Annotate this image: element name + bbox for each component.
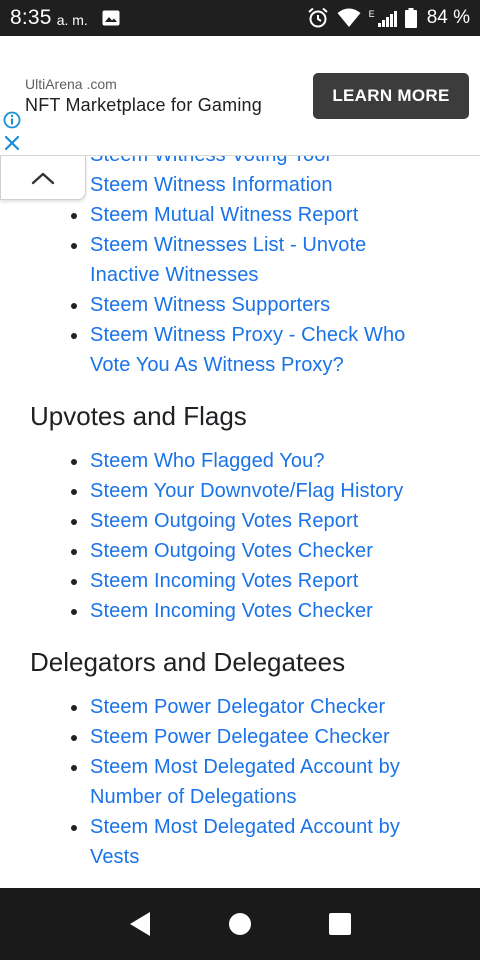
- link-list: Steem Who Flagged You? Steem Your Downvot…: [0, 446, 480, 626]
- home-circle-icon: [229, 913, 251, 935]
- battery-percentage: 84 %: [426, 7, 470, 28]
- battery-icon: [404, 8, 417, 28]
- list-item-link[interactable]: Steem Power Delegatee Checker: [0, 722, 480, 752]
- ad-info-icon[interactable]: [3, 111, 21, 129]
- status-ampm: a. m.: [56, 12, 88, 28]
- section-heading: Upvotes and Flags: [30, 401, 247, 431]
- alarm-icon: [308, 7, 328, 28]
- section-heading: Delegators and Delegatees: [30, 647, 346, 677]
- list-item-link[interactable]: Steem Most Delegated Account by Number o…: [0, 752, 480, 812]
- network-type-label: E: [368, 9, 375, 19]
- list-item-link[interactable]: Steem Incoming Votes Report: [0, 566, 480, 596]
- list-item-link[interactable]: Steem Incoming Votes Checker: [0, 596, 480, 626]
- article-content[interactable]: Steem Witness Voting ToolSteem Witness I…: [0, 156, 480, 888]
- list-item-link[interactable]: Steem Your Downvote/Flag History: [0, 476, 480, 506]
- list-item-link[interactable]: Steem Who Flagged You?: [0, 446, 480, 476]
- home-button[interactable]: [225, 909, 255, 939]
- tool-list: Steem Witness Voting ToolSteem Witness I…: [0, 156, 480, 872]
- ad-domain: UltiArena .com: [25, 76, 117, 92]
- wifi-icon: [337, 8, 361, 27]
- ad-title[interactable]: NFT Marketplace for Gaming: [25, 95, 262, 116]
- list-item-link[interactable]: Steem Mutual Witness Report: [0, 200, 480, 230]
- list-item-link[interactable]: Steem Outgoing Votes Checker: [0, 536, 480, 566]
- back-button[interactable]: [125, 909, 155, 939]
- ad-banner[interactable]: UltiArena .com NFT Marketplace for Gamin…: [0, 36, 480, 156]
- collapse-ad-button[interactable]: [0, 156, 86, 200]
- chevron-up-icon: [31, 172, 55, 184]
- list-item-link[interactable]: Steem Power Delegator Checker: [0, 692, 480, 722]
- signal-icon: E: [369, 9, 397, 27]
- link-list: Steem Power Delegator Checker Steem Power…: [0, 692, 480, 872]
- list-item-link[interactable]: Steem Witness Supporters: [0, 290, 480, 320]
- status-time: 8:35: [10, 6, 52, 29]
- status-bar: 8:35 a. m. E 84 %: [0, 0, 480, 36]
- recents-square-icon: [329, 913, 351, 935]
- ad-close-icon[interactable]: [3, 134, 21, 152]
- back-triangle-icon: [130, 912, 150, 936]
- list-item-link[interactable]: Steem Witnesses List - Unvote Inactive W…: [0, 230, 480, 290]
- learn-more-button[interactable]: LEARN MORE: [313, 73, 469, 119]
- recents-button[interactable]: [325, 909, 355, 939]
- list-item-link[interactable]: Steem Outgoing Votes Report: [0, 506, 480, 536]
- navigation-bar: [0, 888, 480, 960]
- list-item-link[interactable]: Steem Most Delegated Account by Vests: [0, 812, 480, 872]
- image-notification-icon: [102, 10, 120, 26]
- list-item-link[interactable]: Steem Witness Proxy - Check Who Vote You…: [0, 320, 480, 380]
